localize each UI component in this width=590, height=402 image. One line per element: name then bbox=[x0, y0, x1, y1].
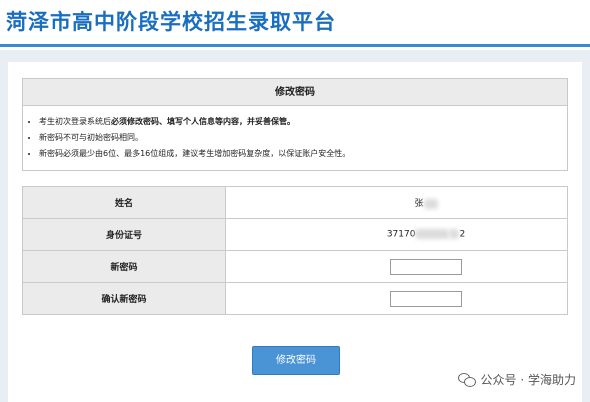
watermark: 公众号 · 学海助力 bbox=[457, 371, 576, 388]
form-row-new-password: 新密码 bbox=[22, 250, 568, 283]
notice-item: 新密码不可与初始密码相同。 bbox=[39, 130, 567, 146]
form-row-confirm-password: 确认新密码 bbox=[22, 282, 568, 315]
id-suffix: 2 bbox=[459, 229, 466, 240]
new-password-label: 新密码 bbox=[22, 250, 226, 283]
name-value: 张 bbox=[225, 186, 568, 219]
notice-title: 修改密码 bbox=[22, 78, 568, 105]
site-title: 菏泽市高中阶段学校招生录取平台 bbox=[6, 10, 336, 34]
id-prefix: 37170 bbox=[386, 229, 416, 240]
main-panel: 修改密码 考生初次登录系统后必须修改密码、填写个人信息等内容，并妥善保管。 新密… bbox=[8, 62, 582, 402]
notice-item-emphasis: 必须修改密码、填写个人信息等内容，并妥善保管。 bbox=[111, 117, 295, 126]
password-form: 姓名 张 身份证号 37170 2 新密码 确认新密码 bbox=[22, 186, 568, 315]
redaction-blur bbox=[449, 229, 460, 240]
new-password-input[interactable] bbox=[390, 258, 462, 275]
form-row-name: 姓名 张 bbox=[22, 186, 568, 219]
notice-item-text: 新密码不可与初始密码相同。 bbox=[39, 133, 143, 142]
notice-item-text: 考生初次登录系统后 bbox=[39, 117, 111, 126]
name-text: 张 bbox=[414, 199, 424, 209]
confirm-password-cell bbox=[225, 282, 568, 315]
watermark-text: 公众号 · 学海助力 bbox=[480, 373, 576, 387]
notice-item-text: 新密码必须最少由6位、最多16位组成，建议考生增加密码复杂度，以保证账户安全性。 bbox=[39, 149, 351, 158]
change-password-button[interactable]: 修改密码 bbox=[252, 346, 340, 375]
form-row-id: 身份证号 37170 2 bbox=[22, 218, 568, 251]
redaction-blur bbox=[423, 198, 438, 209]
confirm-password-label: 确认新密码 bbox=[22, 282, 226, 315]
name-label: 姓名 bbox=[22, 186, 226, 219]
notice-item: 考生初次登录系统后必须修改密码、填写个人信息等内容，并妥善保管。 bbox=[39, 114, 567, 130]
notice-list: 考生初次登录系统后必须修改密码、填写个人信息等内容，并妥善保管。 新密码不可与初… bbox=[22, 105, 568, 171]
header-divider bbox=[0, 44, 590, 47]
notice-item: 新密码必须最少由6位、最多16位组成，建议考生增加密码复杂度，以保证账户安全性。 bbox=[39, 146, 567, 162]
confirm-password-input[interactable] bbox=[390, 290, 462, 307]
page-header: 菏泽市高中阶段学校招生录取平台 bbox=[0, 0, 590, 50]
new-password-cell bbox=[225, 250, 568, 283]
id-label: 身份证号 bbox=[22, 218, 226, 251]
id-value: 37170 2 bbox=[225, 218, 568, 251]
wechat-icon bbox=[457, 372, 476, 387]
redaction-blur bbox=[415, 229, 450, 240]
